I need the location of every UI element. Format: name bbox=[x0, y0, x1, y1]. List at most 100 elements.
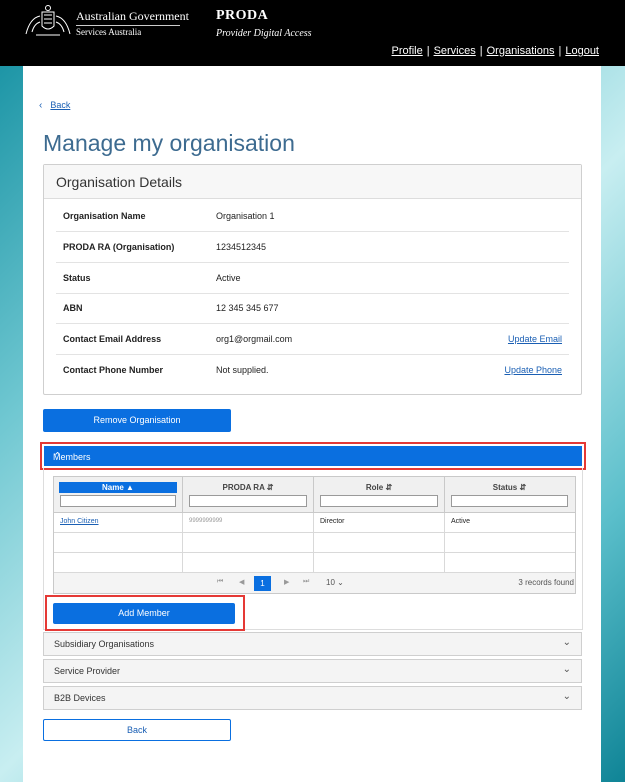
detail-label: Contact Phone Number bbox=[63, 365, 164, 375]
agency-name: Services Australia bbox=[76, 27, 142, 37]
table-row bbox=[54, 533, 575, 553]
role-filter-input[interactable] bbox=[320, 495, 438, 507]
detail-label: PRODA RA (Organisation) bbox=[63, 242, 175, 252]
grid-pager: ⏮ ◀ 1 ▶ ⏭ 10 ⌄ 3 records found bbox=[54, 573, 575, 593]
add-member-button[interactable]: Add Member bbox=[53, 603, 235, 624]
back-link[interactable]: ‹ Back bbox=[39, 100, 70, 111]
grid-cell bbox=[314, 533, 445, 552]
organisation-details-header: Organisation Details bbox=[44, 165, 581, 199]
detail-row-status: Status Active bbox=[56, 263, 569, 294]
nav-organisations-link[interactable]: Organisations bbox=[487, 45, 555, 57]
detail-value: org1@orgmail.com bbox=[216, 334, 293, 344]
organisation-details-card: Organisation Details Organisation Name O… bbox=[43, 164, 582, 395]
grid-cell bbox=[314, 553, 445, 572]
service-provider-accordion[interactable]: Service Provider ⌄ bbox=[43, 659, 582, 683]
add-member-highlight: Add Member bbox=[45, 595, 245, 631]
update-phone-link[interactable]: Update Phone bbox=[504, 365, 562, 375]
status-filter-input[interactable] bbox=[451, 495, 568, 507]
detail-value: Organisation 1 bbox=[216, 211, 275, 221]
back-link-label[interactable]: Back bbox=[50, 100, 70, 110]
content-panel: ‹ Back Manage my organisation Organisatio… bbox=[23, 66, 601, 782]
detail-value: 12 345 345 677 bbox=[216, 303, 279, 313]
nav-separator: | bbox=[479, 45, 483, 57]
app-description: Provider Digital Access bbox=[216, 28, 312, 39]
sort-icon: ⇵ bbox=[385, 483, 393, 492]
member-proda-ra: 9999999999 bbox=[183, 513, 314, 532]
member-name-link[interactable]: John Citizen bbox=[54, 513, 183, 532]
column-label-text: Name bbox=[102, 483, 124, 492]
back-button[interactable]: Back bbox=[43, 719, 231, 741]
grid-cell bbox=[183, 533, 314, 552]
current-page[interactable]: 1 bbox=[254, 576, 271, 591]
grid-cell bbox=[183, 553, 314, 572]
app-name: PRODA bbox=[216, 8, 269, 23]
grid-cell bbox=[54, 553, 183, 572]
column-label-name: Name ▲ bbox=[59, 482, 177, 493]
chevron-up-icon: ⌃ bbox=[53, 451, 63, 463]
chevron-left-icon: ‹ bbox=[39, 100, 43, 111]
detail-label: Status bbox=[63, 273, 91, 283]
next-page-icon[interactable]: ▶ bbox=[284, 578, 289, 586]
member-role: Director bbox=[314, 513, 445, 532]
last-page-icon[interactable]: ⏭ bbox=[303, 578, 309, 586]
update-email-link[interactable]: Update Email bbox=[508, 334, 562, 344]
page-title: Manage my organisation bbox=[43, 130, 295, 156]
grid-cell bbox=[445, 553, 575, 572]
detail-value: 1234512345 bbox=[216, 242, 267, 252]
government-title: Australian Government bbox=[76, 9, 189, 23]
column-header-status[interactable]: Status ⇵ bbox=[445, 477, 574, 512]
detail-row-proda-ra: PRODA RA (Organisation) 1234512345 bbox=[56, 232, 569, 263]
subsidiary-organisations-accordion[interactable]: Subsidiary Organisations ⌄ bbox=[43, 632, 582, 656]
sort-ascending-icon: ▲ bbox=[126, 483, 134, 492]
detail-value: Not supplied. bbox=[216, 365, 269, 375]
detail-value: Active bbox=[216, 273, 241, 283]
nav-separator: | bbox=[558, 45, 562, 57]
top-navigation: Profile | Services | Organisations | Logout bbox=[392, 45, 599, 57]
top-banner: Australian Government Services Australia… bbox=[0, 0, 625, 66]
accordion-label: Subsidiary Organisations bbox=[54, 639, 155, 649]
column-header-name[interactable]: Name ▲ bbox=[54, 477, 183, 512]
chevron-down-icon: ⌄ bbox=[562, 691, 571, 702]
remove-organisation-button[interactable]: Remove Organisation bbox=[43, 409, 231, 432]
page-size-select[interactable]: 10 ⌄ bbox=[326, 578, 344, 587]
proda-ra-filter-input[interactable] bbox=[189, 495, 307, 507]
column-label-role: Role ⇵ bbox=[314, 483, 444, 492]
first-page-icon[interactable]: ⏮ bbox=[217, 578, 223, 586]
nav-services-link[interactable]: Services bbox=[434, 45, 476, 57]
organisation-details-heading: Organisation Details bbox=[56, 174, 183, 190]
column-header-proda-ra[interactable]: PRODA RA ⇵ bbox=[183, 477, 314, 512]
records-count: 3 records found bbox=[518, 578, 574, 587]
detail-label: ABN bbox=[63, 303, 83, 313]
member-status: Active bbox=[451, 518, 471, 525]
coat-of-arms-icon bbox=[25, 5, 71, 36]
detail-label: Organisation Name bbox=[63, 211, 146, 221]
accordion-label: Service Provider bbox=[54, 666, 121, 676]
nav-separator: | bbox=[426, 45, 430, 57]
detail-label: Contact Email Address bbox=[63, 334, 162, 344]
chevron-down-icon: ⌄ bbox=[337, 578, 344, 587]
column-label-text: PRODA RA bbox=[222, 483, 265, 492]
detail-row-contact-email: Contact Email Address org1@orgmail.com U… bbox=[56, 324, 569, 355]
sort-icon: ⇵ bbox=[266, 483, 274, 492]
previous-page-icon[interactable]: ◀ bbox=[239, 578, 244, 586]
nav-profile-link[interactable]: Profile bbox=[392, 45, 423, 57]
chevron-down-icon: ⌄ bbox=[562, 637, 571, 648]
members-accordion-header[interactable]: Members ⌃ bbox=[44, 446, 582, 466]
column-header-role[interactable]: Role ⇵ bbox=[314, 477, 445, 512]
accordion-label: B2B Devices bbox=[54, 693, 106, 703]
nav-logout-link[interactable]: Logout bbox=[565, 45, 599, 57]
column-label-status: Status ⇵ bbox=[445, 483, 574, 492]
brand-divider bbox=[76, 25, 180, 26]
grid-cell bbox=[445, 533, 575, 552]
column-label-proda-ra: PRODA RA ⇵ bbox=[183, 483, 313, 492]
name-filter-input[interactable] bbox=[60, 495, 176, 507]
grid-header: Name ▲ PRODA RA ⇵ Role ⇵ Status ⇵ bbox=[54, 477, 575, 513]
sort-icon: ⇵ bbox=[519, 483, 527, 492]
detail-row-organisation-name: Organisation Name Organisation 1 bbox=[56, 201, 569, 232]
grid-cell bbox=[54, 533, 183, 552]
column-label-text: Status bbox=[492, 483, 518, 492]
b2b-devices-accordion[interactable]: B2B Devices ⌄ bbox=[43, 686, 582, 710]
detail-row-contact-phone: Contact Phone Number Not supplied. Updat… bbox=[56, 355, 569, 385]
members-grid: Name ▲ PRODA RA ⇵ Role ⇵ Status ⇵ John C… bbox=[53, 476, 576, 594]
table-row: John Citizen 9999999999 Director Active bbox=[54, 513, 575, 533]
